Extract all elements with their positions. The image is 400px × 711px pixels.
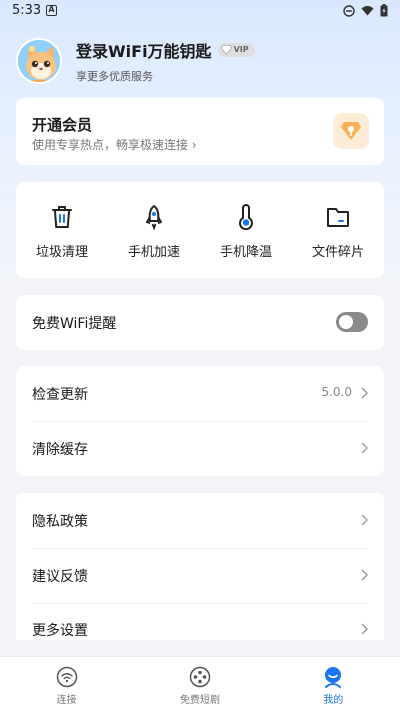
chevron-right-icon (361, 569, 368, 581)
nav-connect[interactable]: 连接 (0, 657, 133, 711)
folder-icon (327, 208, 349, 227)
wifi-reminder-card: 免费WiFi提醒 (16, 295, 384, 350)
feedback-label: 建议反馈 (32, 569, 88, 585)
privacy-policy-label: 隐私政策 (32, 514, 88, 530)
bottom-navigation: 连接 免费短剧 我的 (0, 656, 400, 711)
chevron-right-icon (361, 623, 368, 635)
tool-phone-boost[interactable]: 手机加速 (108, 182, 200, 278)
vip-card-title: 开通会员 (32, 116, 93, 134)
tool-label: 垃圾清理 (35, 245, 88, 260)
clear-cache-label: 清除缓存 (32, 442, 88, 458)
more-settings-row[interactable]: 更多设置 (16, 603, 384, 640)
status-bar: 5:33 A (0, 0, 400, 24)
chevron-right-icon (361, 387, 368, 399)
tools-card: 垃圾清理 手机加速 手机降温 文件碎片 (16, 182, 384, 278)
wifi-reminder-toggle[interactable] (336, 312, 368, 332)
cat-mascot-icon (18, 40, 60, 82)
version-value: 5.0.0 (321, 385, 352, 399)
check-update-row[interactable]: 检查更新 5.0.0 (16, 366, 384, 421)
chevron-right-icon: › (191, 138, 197, 152)
tool-label: 手机降温 (219, 245, 272, 260)
vip-badge: VIP (217, 43, 255, 57)
check-update-label: 检查更新 (32, 387, 88, 403)
thermometer-icon (239, 204, 253, 230)
chevron-right-icon (361, 442, 368, 454)
tool-file-fragments[interactable]: 文件碎片 (292, 182, 384, 278)
rocket-icon (146, 205, 162, 230)
login-title-text[interactable]: 登录WiFi万能钥匙 (76, 38, 212, 62)
wifi-signal-icon (361, 6, 374, 16)
login-subtitle: 享更多优质服务 (76, 70, 153, 83)
wifi-icon (56, 666, 77, 688)
nav-mine[interactable]: 我的 (267, 657, 400, 711)
film-reel-icon (189, 666, 211, 688)
tool-trash-clean[interactable]: 垃圾清理 (16, 182, 108, 278)
status-icons (343, 4, 388, 17)
vip-key-icon (333, 113, 369, 149)
nav-label: 我的 (323, 695, 344, 706)
privacy-policy-row[interactable]: 隐私政策 (16, 493, 384, 548)
nav-label: 免费短剧 (179, 695, 220, 706)
nav-free-drama[interactable]: 免费短剧 (133, 657, 266, 711)
avatar[interactable] (16, 38, 62, 84)
profile-header[interactable]: 登录WiFi万能钥匙 VIP 享更多优质服务 (16, 37, 255, 85)
vip-card-description-text: 使用专享热点，畅享极速连接 (32, 138, 189, 152)
key-icon (341, 122, 361, 140)
notification-icon: A (46, 5, 57, 16)
login-title[interactable]: 登录WiFi万能钥匙 VIP (76, 38, 255, 62)
more-settings-label: 更多设置 (32, 623, 88, 639)
vip-membership-card[interactable]: 开通会员 使用专享热点，畅享极速连接 › (16, 98, 384, 165)
nav-label: 连接 (56, 695, 77, 706)
wifi-reminder-label: 免费WiFi提醒 (32, 316, 117, 332)
chevron-right-icon (361, 514, 368, 526)
battery-icon (380, 4, 388, 17)
tool-phone-cooling[interactable]: 手机降温 (200, 182, 292, 278)
misc-settings-card: 隐私政策 建议反馈 更多设置 (16, 493, 384, 640)
trash-icon (52, 206, 72, 228)
vip-card-description: 使用专享热点，畅享极速连接 › (32, 136, 197, 153)
tool-label: 文件碎片 (311, 245, 364, 260)
toggle-knob (339, 315, 353, 329)
vip-badge-text: VIP (233, 45, 249, 54)
dnd-icon (343, 4, 355, 17)
update-cache-card: 检查更新 5.0.0 清除缓存 (16, 366, 384, 476)
wifi-reminder-row[interactable]: 免费WiFi提醒 (16, 295, 384, 350)
clear-cache-row[interactable]: 清除缓存 (16, 421, 384, 476)
diamond-icon (220, 45, 232, 55)
tool-label: 手机加速 (127, 245, 180, 260)
status-time: 5:33 (12, 3, 42, 18)
feedback-row[interactable]: 建议反馈 (16, 548, 384, 603)
user-icon (325, 667, 342, 688)
